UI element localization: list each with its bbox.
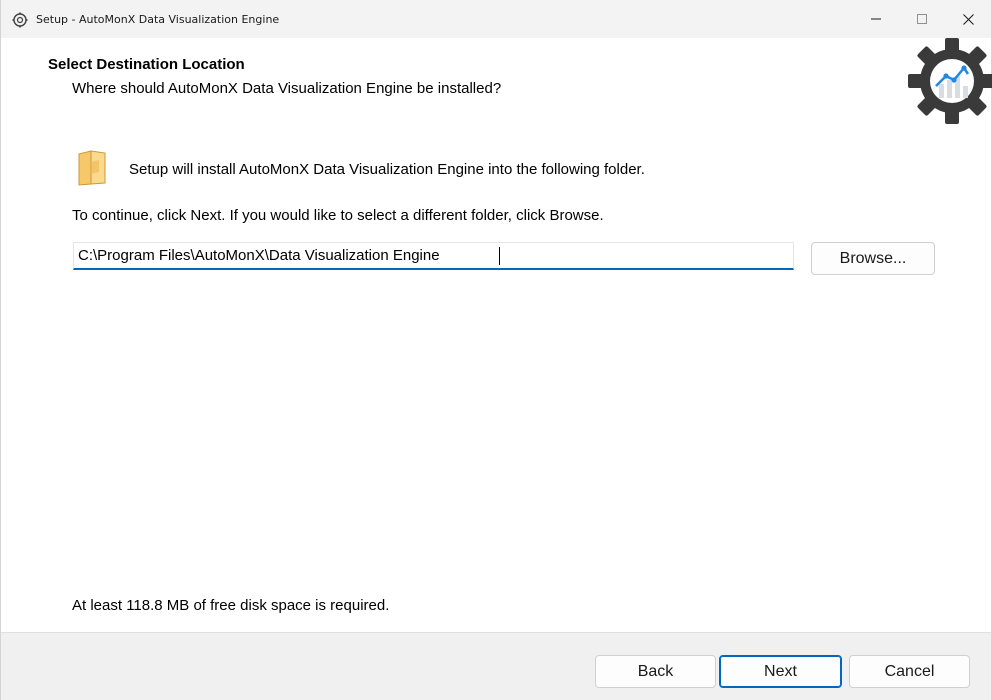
browse-button[interactable]: Browse... <box>811 242 935 275</box>
disk-space-text: At least 118.8 MB of free disk space is … <box>72 597 390 614</box>
close-button[interactable] <box>945 0 991 38</box>
next-button[interactable]: Next <box>719 655 842 688</box>
title-bar[interactable]: Setup - AutoMonX Data Visualization Engi… <box>1 0 991 38</box>
close-icon <box>962 13 974 25</box>
page-subtitle: Where should AutoMonX Data Visualization… <box>72 80 502 97</box>
folder-icon <box>78 150 106 186</box>
cancel-button[interactable]: Cancel <box>849 655 970 688</box>
intro-text: Setup will install AutoMonX Data Visuali… <box>129 161 645 178</box>
maximize-button[interactable] <box>899 0 945 38</box>
minimize-button[interactable] <box>853 0 899 38</box>
page-title: Select Destination Location <box>48 56 245 73</box>
text-caret <box>499 247 500 265</box>
gear-chart-icon <box>908 38 992 124</box>
back-button[interactable]: Back <box>595 655 716 688</box>
instruction-text: To continue, click Next. If you would li… <box>72 207 604 224</box>
maximize-icon <box>917 14 927 24</box>
destination-path-input[interactable] <box>73 242 794 270</box>
window-title: Setup - AutoMonX Data Visualization Engi… <box>36 13 280 26</box>
setup-window: Setup - AutoMonX Data Visualization Engi… <box>0 0 992 700</box>
app-gear-icon <box>12 12 28 28</box>
minimize-icon <box>871 18 881 20</box>
footer-bar <box>1 632 991 700</box>
